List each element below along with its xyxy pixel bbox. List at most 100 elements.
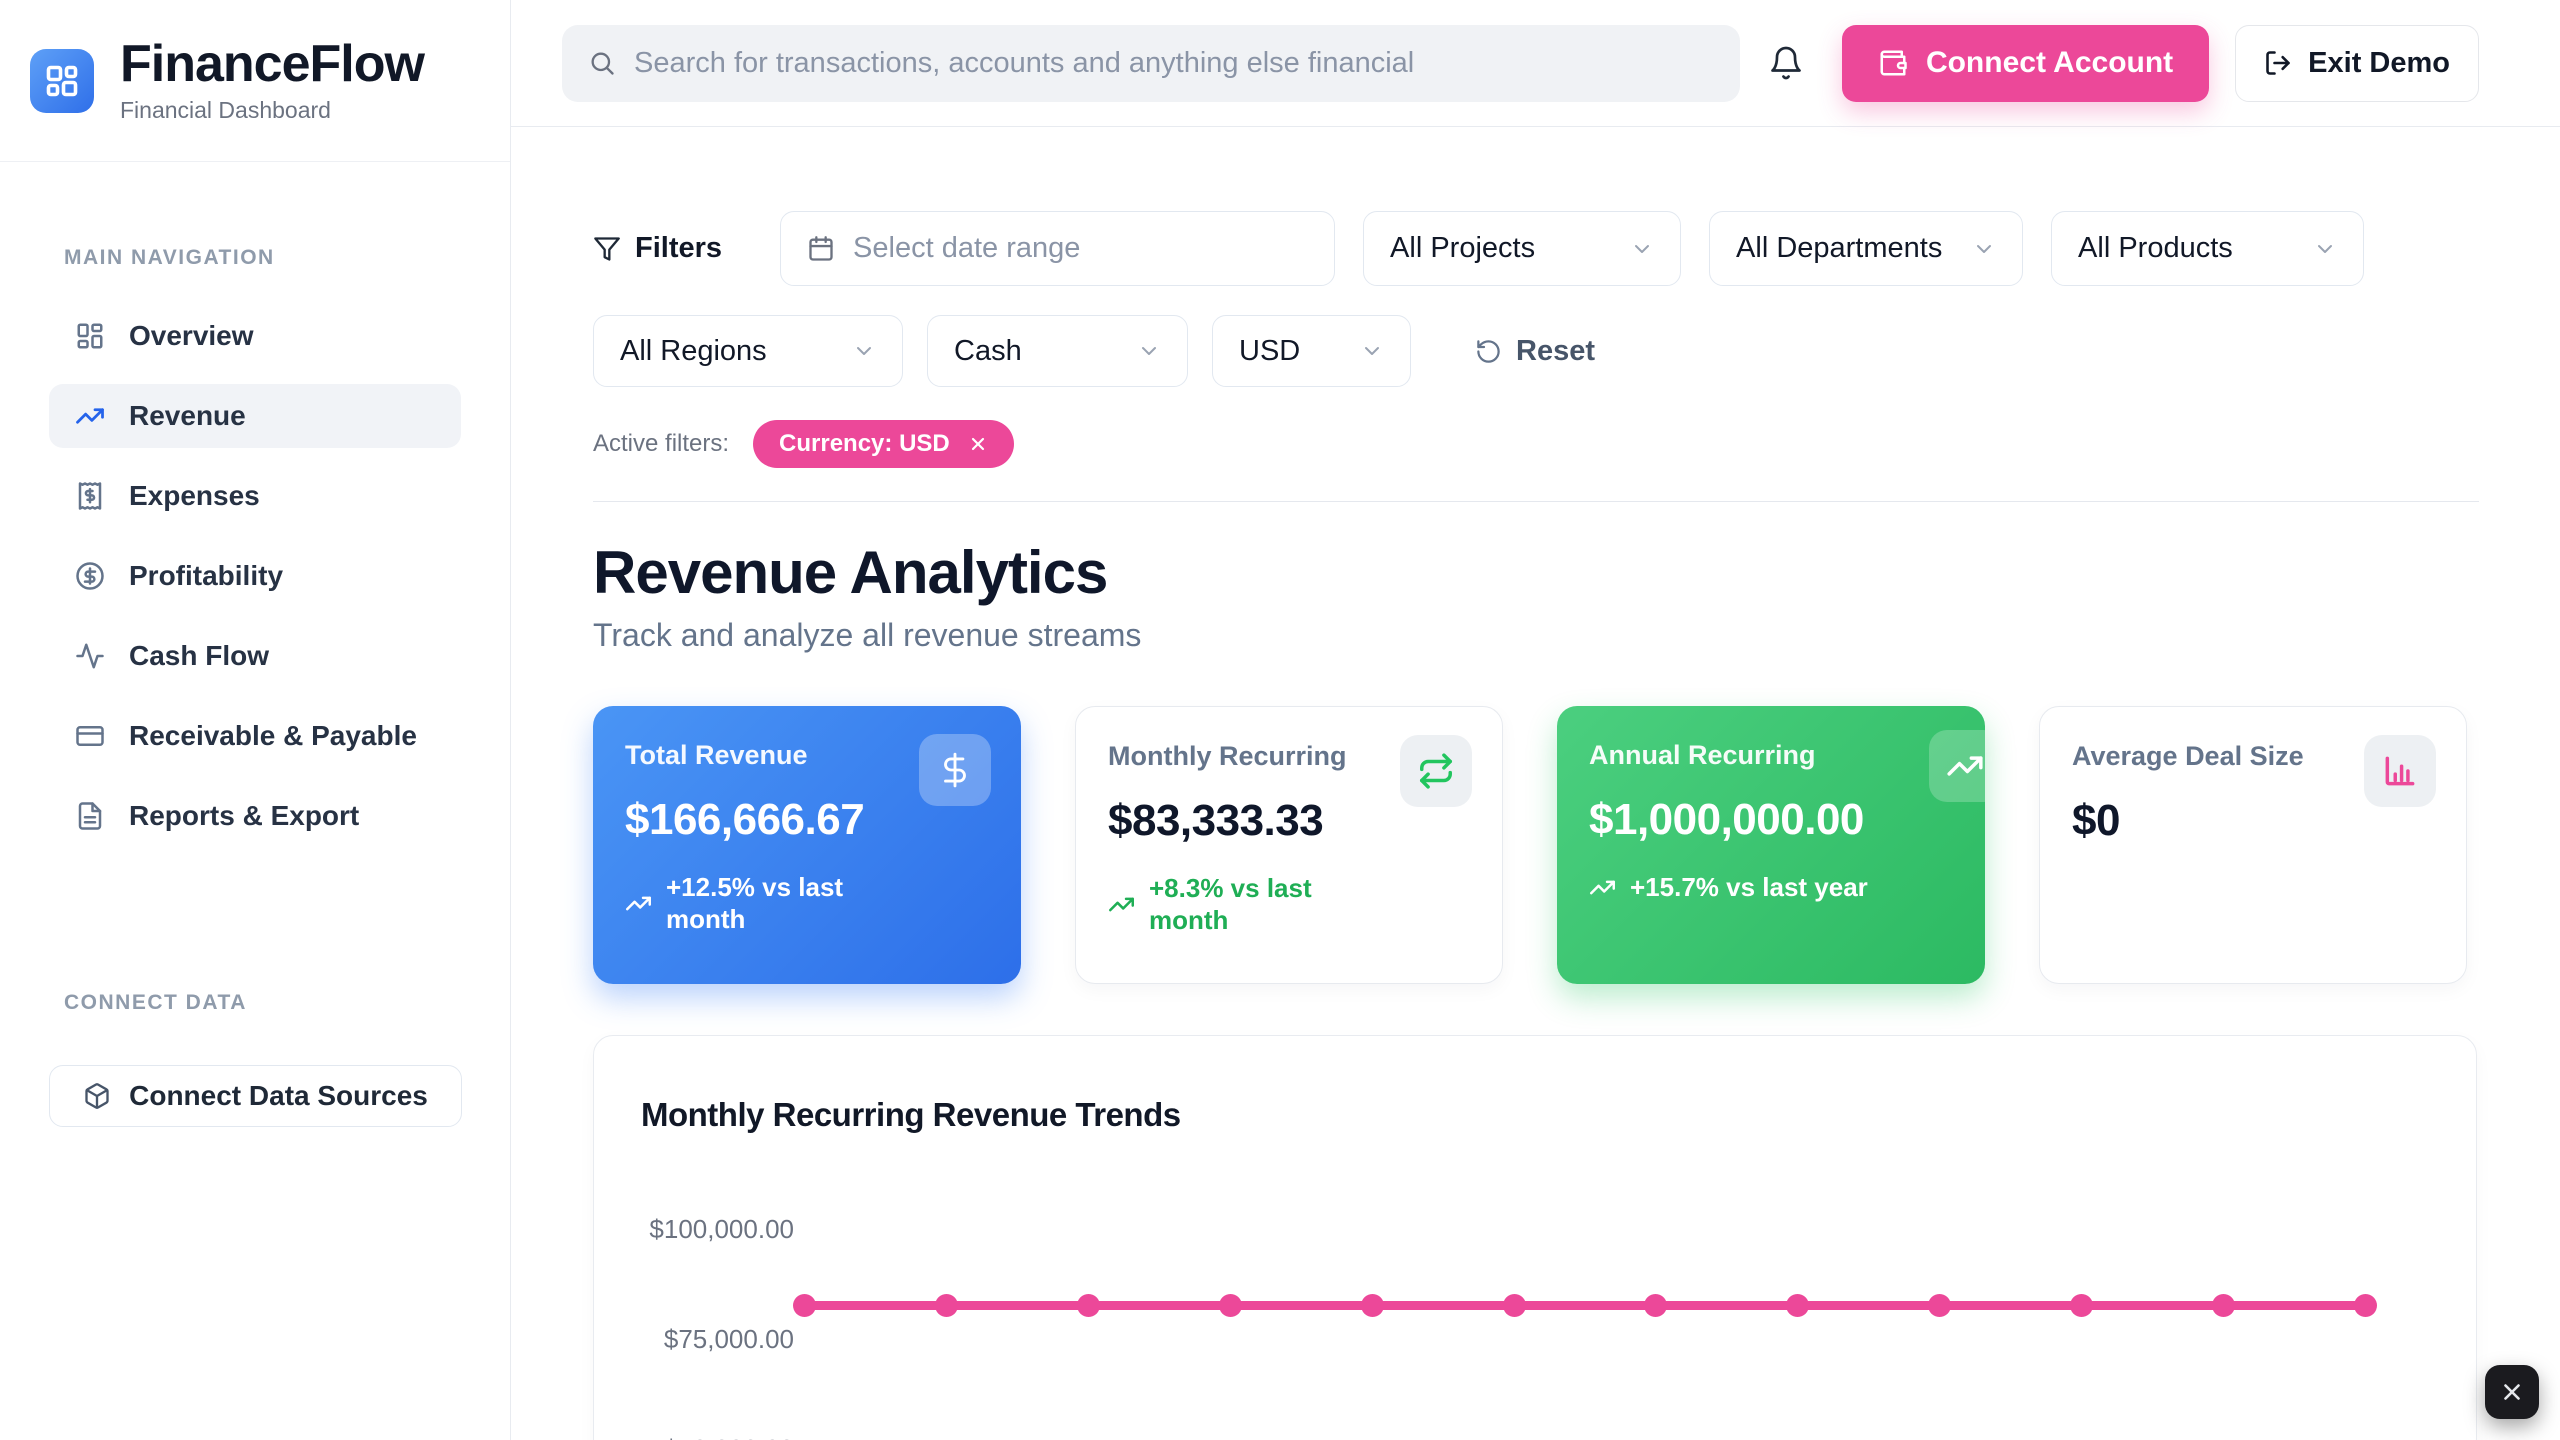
wallet-icon — [1878, 48, 1908, 78]
connect-account-button[interactable]: Connect Account — [1842, 25, 2209, 102]
chart-data-point[interactable] — [1503, 1294, 1526, 1317]
stat-icon-tile — [919, 734, 991, 806]
mrr-trends-chart-card: Monthly Recurring Revenue Trends $100,00… — [593, 1035, 2477, 1440]
sidebar-item-reports-export[interactable]: Reports & Export — [49, 784, 461, 848]
activity-icon — [75, 641, 105, 671]
sidebar-item-label: Expenses — [129, 480, 260, 512]
chart-data-point[interactable] — [2212, 1294, 2235, 1317]
chart-data-point[interactable] — [1644, 1294, 1667, 1317]
active-filters-row: Active filters: Currency: USD — [593, 420, 2479, 468]
active-filters-label: Active filters: — [593, 430, 729, 458]
connect-account-label: Connect Account — [1926, 46, 2173, 80]
chevron-down-icon — [1360, 339, 1384, 363]
chevron-down-icon — [1137, 339, 1161, 363]
repeat-icon — [1417, 752, 1455, 790]
date-range-field[interactable] — [780, 211, 1335, 286]
active-filter-chip-currency[interactable]: Currency: USD — [753, 420, 1014, 468]
connect-data-sources-button[interactable]: Connect Data Sources — [49, 1065, 462, 1127]
sidebar-item-overview[interactable]: Overview — [49, 304, 461, 368]
stat-change-text: +8.3% vs last month — [1149, 872, 1354, 936]
app-logo-icon — [30, 49, 94, 113]
active-filter-chip-label: Currency: USD — [779, 430, 950, 458]
connect-data-section-label: CONNECT DATA — [64, 991, 247, 1015]
search-input[interactable] — [634, 47, 1714, 80]
currency-select[interactable]: USD — [1212, 315, 1411, 387]
exit-demo-button[interactable]: Exit Demo — [2235, 25, 2479, 102]
dollar-icon — [936, 751, 974, 789]
chart-data-point[interactable] — [1077, 1294, 1100, 1317]
chevron-down-icon — [1630, 237, 1654, 261]
chevron-down-icon — [852, 339, 876, 363]
chart-data-point[interactable] — [1786, 1294, 1809, 1317]
search-bar[interactable] — [562, 25, 1740, 102]
nav-section-label: MAIN NAVIGATION — [64, 246, 510, 270]
sidebar: FinanceFlow Financial Dashboard MAIN NAV… — [0, 0, 511, 1440]
bell-icon[interactable] — [1768, 45, 1804, 81]
chart-series — [793, 1294, 2377, 1317]
chart-data-point[interactable] — [2354, 1294, 2377, 1317]
filters-label-group: Filters — [593, 232, 722, 265]
chart-data-point[interactable] — [2070, 1294, 2093, 1317]
circle-dollar-icon — [75, 561, 105, 591]
chart-data-point[interactable] — [1361, 1294, 1384, 1317]
exit-demo-label: Exit Demo — [2308, 47, 2450, 80]
close-button[interactable] — [2485, 1365, 2539, 1419]
sidebar-item-receivable-payable[interactable]: Receivable & Payable — [49, 704, 461, 768]
date-range-input[interactable] — [853, 232, 1308, 265]
regions-select[interactable]: All Regions — [593, 315, 903, 387]
departments-select[interactable]: All Departments — [1709, 211, 2023, 286]
bar-chart-icon — [2381, 752, 2419, 790]
page-title: Revenue Analytics — [593, 538, 2479, 607]
sidebar-item-label: Reports & Export — [129, 800, 359, 832]
products-select[interactable]: All Products — [2051, 211, 2364, 286]
payment-type-select-value: Cash — [954, 335, 1022, 368]
stat-change-text: +12.5% vs last month — [666, 871, 871, 935]
trending-up-icon — [75, 401, 105, 431]
sidebar-item-expenses[interactable]: Expenses — [49, 464, 461, 528]
y-axis-tick: $100,000.00 — [634, 1214, 794, 1245]
stat-change: +15.7% vs last year — [1589, 871, 1953, 903]
stat-card-monthly-recurring: Monthly Recurring $83,333.33 +8.3% vs la… — [1075, 706, 1503, 984]
search-icon — [588, 49, 616, 77]
stat-card-total-revenue: Total Revenue $166,666.67 +12.5% vs last… — [593, 706, 1021, 984]
stat-change: +8.3% vs last month — [1108, 872, 1470, 936]
trending-up-icon — [625, 890, 652, 917]
layout-dashboard-icon — [75, 321, 105, 351]
stat-icon-tile — [1400, 735, 1472, 807]
sidebar-item-profitability[interactable]: Profitability — [49, 544, 461, 608]
sidebar-item-revenue[interactable]: Revenue — [49, 384, 461, 448]
currency-select-value: USD — [1239, 335, 1300, 368]
close-icon[interactable] — [968, 434, 988, 454]
top-bar: Connect Account Exit Demo — [511, 0, 2560, 127]
layout-dashboard-icon — [44, 63, 80, 99]
chart-data-point[interactable] — [1928, 1294, 1951, 1317]
chart-title: Monthly Recurring Revenue Trends — [641, 1096, 1181, 1134]
projects-select-value: All Projects — [1390, 232, 1535, 265]
reset-filters-button[interactable]: Reset — [1475, 335, 1595, 368]
chart-data-point[interactable] — [1219, 1294, 1242, 1317]
chart-data-point[interactable] — [935, 1294, 958, 1317]
chart-data-point[interactable] — [793, 1294, 816, 1317]
rotate-ccw-icon — [1475, 338, 1502, 365]
trending-up-icon — [1946, 747, 1984, 785]
sidebar-item-label: Profitability — [129, 560, 283, 592]
y-axis-tick: $50,000.00 — [634, 1434, 794, 1440]
payment-type-select[interactable]: Cash — [927, 315, 1188, 387]
products-select-value: All Products — [2078, 232, 2233, 265]
stat-icon-tile — [2364, 735, 2436, 807]
calendar-icon — [807, 235, 835, 263]
sidebar-item-label: Receivable & Payable — [129, 720, 417, 752]
stat-label: Annual Recurring — [1589, 740, 1953, 771]
sidebar-item-label: Revenue — [129, 400, 246, 432]
filters-row-2: All Regions Cash USD Reset — [593, 315, 2479, 387]
sidebar-item-cash-flow[interactable]: Cash Flow — [49, 624, 461, 688]
stat-card-annual-recurring: Annual Recurring $1,000,000.00 +15.7% vs… — [1557, 706, 1985, 984]
filters-title: Filters — [635, 232, 722, 265]
sidebar-item-label: Cash Flow — [129, 640, 269, 672]
stat-value: $1,000,000.00 — [1589, 795, 1953, 845]
trending-up-icon — [1589, 874, 1616, 901]
departments-select-value: All Departments — [1736, 232, 1942, 265]
projects-select[interactable]: All Projects — [1363, 211, 1681, 286]
receipt-icon — [75, 481, 105, 511]
page-subtitle: Track and analyze all revenue streams — [593, 615, 2479, 655]
